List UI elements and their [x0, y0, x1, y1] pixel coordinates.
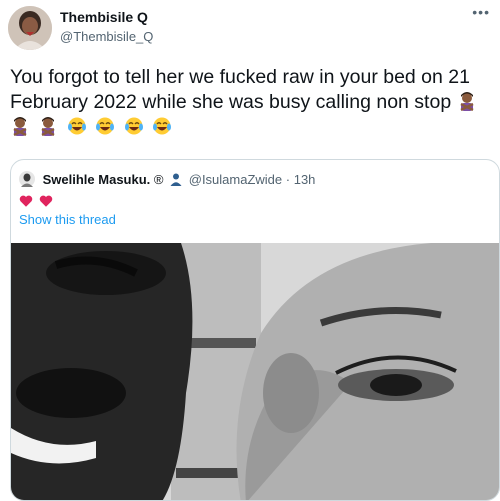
tweet-text-content: You forgot to tell her we fucked raw in … [10, 66, 470, 113]
show-thread-link[interactable]: Show this thread [19, 212, 116, 227]
quoted-author-handle[interactable]: @IsulamaZwide [189, 172, 282, 187]
tears-of-joy-icon [67, 117, 86, 135]
quoted-author-name[interactable]: Swelihle Masuku. [43, 172, 151, 187]
quoted-tweet[interactable]: Swelihle Masuku. ® @IsulamaZwide · 13h S… [10, 159, 500, 501]
bust-in-silhouette-icon [170, 173, 182, 186]
person-gesturing-no-icon [460, 92, 474, 111]
quoted-tweet-time: · 13h [285, 172, 316, 187]
tweet-text: You forgot to tell her we fucked raw in … [10, 65, 494, 140]
author-name[interactable]: Thembisile Q [60, 9, 148, 25]
tears-of-joy-icon [124, 117, 143, 135]
quoted-tweet-photo[interactable] [11, 243, 499, 501]
person-gesturing-no-icon [41, 117, 55, 136]
author-handle[interactable]: @Thembisile_Q [60, 29, 153, 44]
red-heart-icon [40, 195, 53, 207]
ellipsis-icon[interactable]: ••• [472, 4, 490, 20]
quoted-tweet-header: Swelihle Masuku. ® @IsulamaZwide · 13h [19, 171, 315, 187]
tweet[interactable]: Thembisile Q @Thembisile_Q ••• You forgo… [0, 0, 500, 501]
registered-symbol: ® [153, 172, 164, 187]
red-heart-icon [19, 195, 33, 207]
tears-of-joy-icon [153, 117, 172, 135]
author-avatar[interactable] [8, 6, 52, 50]
quoted-tweet-text [19, 192, 55, 210]
tears-of-joy-icon [96, 117, 115, 135]
quoted-author-avatar[interactable] [19, 171, 35, 187]
person-gesturing-no-icon [13, 117, 27, 136]
